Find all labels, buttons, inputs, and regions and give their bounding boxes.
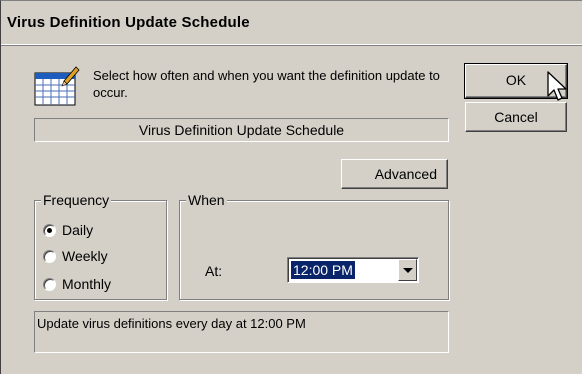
schedule-description: Update virus definitions every day at 12… xyxy=(34,311,449,353)
intro-text: Select how often and when you want the d… xyxy=(93,68,440,100)
radio-weekly[interactable]: Weekly xyxy=(43,247,108,265)
dialog-title: Virus Definition Update Schedule xyxy=(7,14,250,31)
when-group: When At: 12:00 PM xyxy=(179,192,449,300)
cancel-button[interactable]: Cancel xyxy=(465,102,567,132)
radio-label-daily: Daily xyxy=(62,222,94,238)
frequency-group: Frequency Daily Weekly Monthly xyxy=(34,192,167,300)
frequency-legend: Frequency xyxy=(41,192,112,208)
dialog-window: Virus Definition Update Schedule Select … xyxy=(0,0,582,374)
when-legend: When xyxy=(186,192,227,208)
radio-label-weekly: Weekly xyxy=(62,248,108,264)
time-dropdown[interactable]: 12:00 PM xyxy=(287,257,419,283)
radio-monthly[interactable]: Monthly xyxy=(43,275,111,293)
title-divider xyxy=(1,45,582,46)
time-value: 12:00 PM xyxy=(291,261,355,279)
mouse-pointer-icon xyxy=(547,71,567,101)
radio-daily[interactable]: Daily xyxy=(43,221,93,239)
chevron-down-icon xyxy=(403,268,413,273)
radio-indicator-weekly[interactable] xyxy=(43,249,56,263)
advanced-button[interactable]: Advanced xyxy=(341,159,448,189)
dialog-title-bar: Virus Definition Update Schedule xyxy=(1,1,582,45)
at-label: At: xyxy=(205,263,223,279)
radio-indicator-monthly[interactable] xyxy=(43,277,56,291)
time-dropdown-button[interactable] xyxy=(398,259,417,281)
radio-indicator-daily[interactable] xyxy=(43,223,56,237)
schedule-name-field: Virus Definition Update Schedule xyxy=(34,118,449,142)
calendar-pencil-icon xyxy=(34,66,80,106)
radio-label-monthly: Monthly xyxy=(62,276,112,292)
